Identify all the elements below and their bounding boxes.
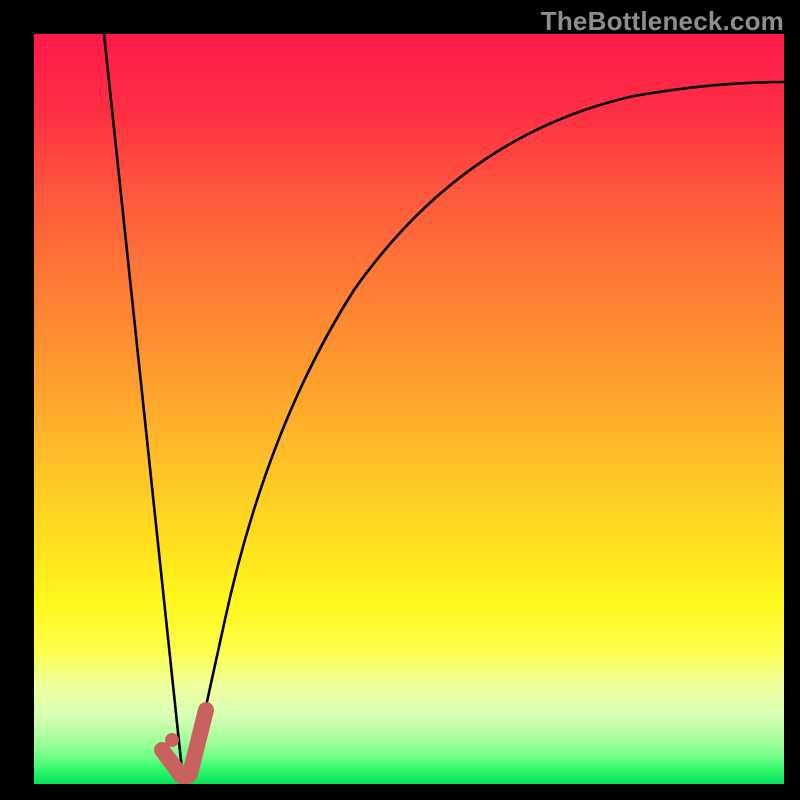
watermark-text: TheBottleneck.com: [541, 6, 784, 37]
optimal-marker: [34, 34, 784, 784]
outer-frame: TheBottleneck.com: [0, 0, 800, 800]
plot-area: [34, 34, 784, 784]
